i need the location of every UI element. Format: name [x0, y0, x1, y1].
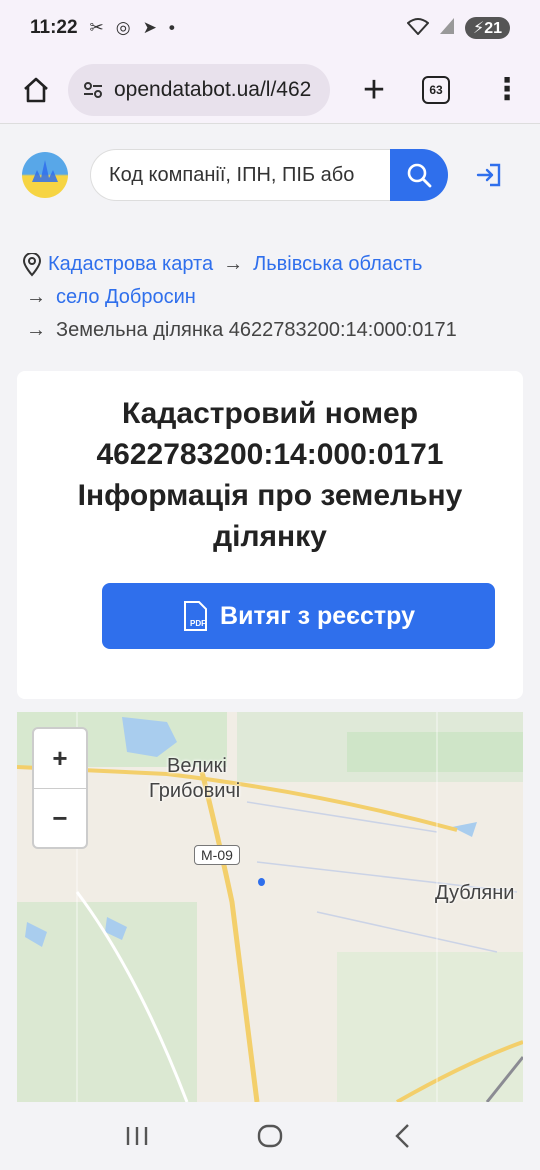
page-title: Кадастровий номер 4622783200:14:000:0171… [17, 371, 523, 557]
road-shield-m09: М-09 [194, 845, 240, 865]
recent-apps-icon [126, 1127, 147, 1145]
tabs-button[interactable]: 63 [422, 75, 450, 104]
address-bar[interactable]: opendatabot.ua/l/462 [68, 63, 330, 116]
site-header [0, 125, 540, 225]
more-menu-icon[interactable]: ⋮ [492, 74, 522, 105]
browser-toolbar: opendatabot.ua/l/462 + 63 ⋮ [0, 56, 540, 124]
breadcrumb-arrow-icon: → [26, 286, 46, 308]
back-button[interactable] [383, 1116, 423, 1156]
title-line: Кадастровий номер [121, 397, 419, 430]
login-icon [476, 163, 501, 187]
url-text: opendatabot.ua/l/462 [114, 77, 312, 101]
parcel-marker[interactable] [258, 878, 265, 886]
home-icon [24, 77, 48, 102]
home-circle-icon [257, 1124, 283, 1148]
title-cadastral-number: 4622783200:14:000:0171 [96, 438, 444, 471]
download-extract-button[interactable]: PDF Витяг з реєстру [102, 583, 495, 649]
breadcrumb: Кадастрова карта → Львівська область → с… [22, 248, 522, 347]
home-nav-button[interactable] [250, 1116, 290, 1156]
home-button[interactable] [14, 68, 58, 112]
parcel-info-card: Кадастровий номер 4622783200:14:000:0171… [17, 371, 523, 699]
missed-call-icon: ✂ [89, 18, 104, 37]
search-button[interactable] [390, 149, 448, 201]
map-tiles [17, 712, 523, 1102]
breadcrumb-region[interactable]: Львівська область [253, 248, 422, 281]
system-nav-bar [0, 1102, 540, 1170]
breadcrumb-cadastral-map[interactable]: Кадастрова карта [48, 248, 213, 281]
title-line: ділянку [213, 520, 327, 553]
map-label-dubliany: Дубляни [435, 882, 515, 904]
status-bar: 11:22 ✂ ◎ ➤ • ⚡21 [0, 0, 540, 56]
zoom-control: + − [32, 727, 88, 849]
search-input[interactable] [90, 149, 390, 201]
back-icon [395, 1124, 410, 1148]
breadcrumb-arrow-icon: → [26, 319, 46, 341]
breadcrumb-current: Земельна ділянка 4622783200:14:000:0171 [56, 319, 457, 341]
search-icon [407, 163, 432, 188]
login-button[interactable] [472, 158, 506, 192]
site-settings-icon[interactable] [82, 79, 104, 101]
map-label-velyki: Великі [167, 755, 227, 777]
opendatabot-logo[interactable] [22, 152, 68, 198]
search-form [90, 149, 448, 201]
tabs-count: 63 [429, 82, 443, 97]
breadcrumb-arrow-icon: → [223, 253, 244, 275]
breadcrumb-village[interactable]: село Добросин [56, 281, 196, 314]
pdf-file-icon: PDF [184, 601, 208, 631]
telegram-icon: ➤ [142, 18, 157, 37]
instagram-icon: ◎ [115, 18, 131, 37]
cadastral-map[interactable]: + − Великі Грибовичі Дубляни М-09 [17, 712, 523, 1102]
wifi-icon [406, 17, 430, 40]
zoom-in-button[interactable]: + [34, 729, 86, 788]
battery-level: 21 [484, 20, 502, 37]
battery-icon: ⚡21 [464, 17, 510, 39]
zoom-out-button[interactable]: − [34, 788, 86, 847]
map-label-hrybovychi: Грибовичі [149, 780, 241, 802]
signal-icon [439, 17, 455, 40]
status-time: 11:22 [30, 17, 78, 38]
dot-icon: • [168, 18, 175, 37]
recent-apps-button[interactable] [117, 1116, 157, 1156]
location-pin-icon [22, 252, 42, 277]
new-tab-button[interactable]: + [354, 70, 394, 110]
pdf-badge: PDF [190, 619, 206, 628]
download-extract-label: Витяг з реєстру [220, 601, 415, 630]
title-line: Інформація про земельну [77, 479, 463, 512]
